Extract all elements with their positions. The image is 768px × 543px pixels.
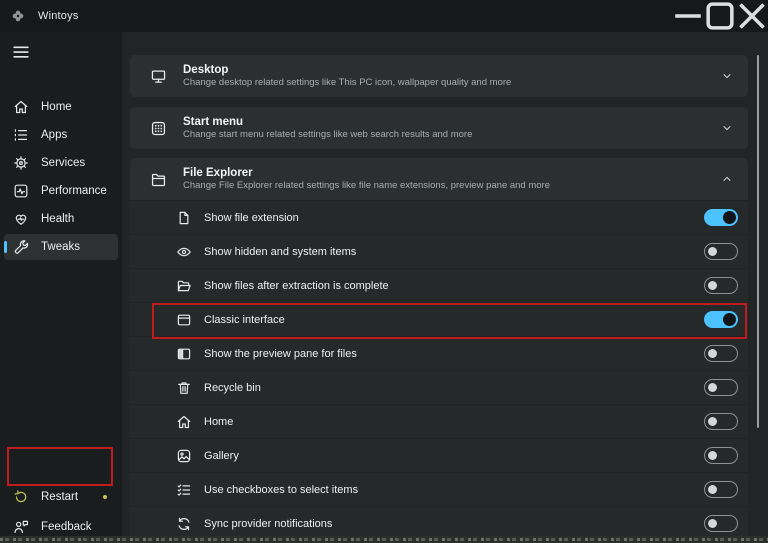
setting-label: Sync provider notifications — [204, 518, 332, 530]
section-description: Change File Explorer related settings li… — [183, 180, 550, 191]
section-header-desktop[interactable]: Desktop Change desktop related settings … — [130, 55, 748, 97]
performance-icon — [13, 183, 29, 199]
scrollbar-thumb[interactable] — [757, 55, 759, 428]
toggle-sync-notifications[interactable] — [704, 515, 738, 532]
start-menu-icon — [150, 120, 167, 137]
health-icon — [13, 211, 29, 227]
section-card-desktop: Desktop Change desktop related settings … — [130, 55, 748, 97]
section-description: Change start menu related settings like … — [183, 129, 472, 140]
app-logo-icon — [11, 9, 25, 23]
setting-label: Show file extension — [204, 212, 299, 224]
home-icon — [13, 99, 29, 115]
section-header-file-explorer[interactable]: File Explorer Change File Explorer relat… — [130, 158, 748, 200]
toggle-home[interactable] — [704, 413, 738, 430]
setting-label: Show the preview pane for files — [204, 348, 357, 360]
toggle-show-file-extension[interactable] — [704, 209, 738, 226]
home-icon — [176, 414, 192, 430]
apps-icon — [13, 127, 29, 143]
document-icon — [176, 210, 192, 226]
setting-row-checkboxes: Use checkboxes to select items — [130, 472, 748, 506]
setting-row-show-hidden-items: Show hidden and system items — [130, 234, 748, 268]
gallery-icon — [176, 448, 192, 464]
setting-label: Gallery — [204, 450, 239, 462]
setting-label: Home — [204, 416, 233, 428]
sidebar-item-restart[interactable]: Restart — [4, 484, 118, 510]
folder-icon — [150, 171, 167, 188]
section-title: File Explorer — [183, 167, 550, 179]
window-title: Wintoys — [38, 10, 79, 22]
setting-row-preview-pane: Show the preview pane for files — [130, 336, 748, 370]
setting-row-gallery: Gallery — [130, 438, 748, 472]
chevron-down-icon[interactable] — [720, 121, 734, 135]
sidebar-item-label: Apps — [41, 129, 67, 141]
setting-label: Recycle bin — [204, 382, 261, 394]
toggle-show-files-after-extraction[interactable] — [704, 277, 738, 294]
sidebar-item-label: Performance — [41, 185, 107, 197]
window-icon — [176, 312, 192, 328]
setting-row-sync-notifications: Sync provider notifications — [130, 506, 748, 540]
restart-icon — [13, 489, 29, 505]
wintoys-window: Wintoys Home Apps Services Performance H… — [0, 0, 768, 543]
sync-icon — [176, 516, 192, 532]
section-header-start-menu[interactable]: Start menu Change start menu related set… — [130, 107, 748, 149]
setting-row-classic-interface: Classic interface — [130, 302, 748, 336]
setting-label: Show files after extraction is complete — [204, 280, 389, 292]
sidebar-item-label: Tweaks — [41, 241, 80, 253]
section-rows: Show file extension Show hidden and syst… — [130, 200, 748, 540]
toggle-checkboxes[interactable] — [704, 481, 738, 498]
sidebar-item-label: Feedback — [41, 521, 92, 533]
sidebar-item-performance[interactable]: Performance — [4, 178, 118, 204]
section-title: Start menu — [183, 116, 472, 128]
setting-label: Classic interface — [204, 314, 285, 326]
hamburger-icon[interactable] — [9, 42, 33, 62]
wrench-icon — [13, 239, 29, 255]
minimize-button[interactable] — [672, 0, 704, 32]
toggle-gallery[interactable] — [704, 447, 738, 464]
toggle-show-hidden-items[interactable] — [704, 243, 738, 260]
checklist-icon — [176, 482, 192, 498]
toggle-recycle-bin[interactable] — [704, 379, 738, 396]
setting-label: Use checkboxes to select items — [204, 484, 358, 496]
monitor-icon — [150, 68, 167, 85]
section-title: Desktop — [183, 64, 511, 76]
toggle-preview-pane[interactable] — [704, 345, 738, 362]
section-card-start-menu: Start menu Change start menu related set… — [130, 107, 748, 149]
feedback-icon — [13, 519, 29, 535]
sidebar-item-label: Health — [41, 213, 74, 225]
section-card-file-explorer: File Explorer Change File Explorer relat… — [130, 158, 748, 540]
window-controls — [672, 0, 768, 32]
trash-icon — [176, 380, 192, 396]
sidebar-item-health[interactable]: Health — [4, 206, 118, 232]
sidebar-item-home[interactable]: Home — [4, 94, 118, 120]
maximize-button[interactable] — [704, 0, 736, 32]
sidebar-item-label: Services — [41, 157, 85, 169]
update-badge-dot — [103, 495, 107, 499]
title-bar: Wintoys — [0, 0, 768, 32]
eye-icon — [176, 244, 192, 260]
setting-label: Show hidden and system items — [204, 246, 356, 258]
setting-row-show-file-extension: Show file extension — [130, 200, 748, 234]
sidebar: Home Apps Services Performance Health Tw… — [0, 32, 122, 536]
toggle-classic-interface[interactable] — [704, 311, 738, 328]
sidebar-item-label: Home — [41, 101, 72, 113]
folder-open-icon — [176, 278, 192, 294]
preview-pane-icon — [176, 346, 192, 362]
bottom-artifact-strip — [0, 536, 768, 543]
sidebar-item-label: Restart — [41, 491, 78, 503]
setting-row-home: Home — [130, 404, 748, 438]
section-description: Change desktop related settings like Thi… — [183, 77, 511, 88]
services-icon — [13, 155, 29, 171]
setting-row-show-files-after-extraction: Show files after extraction is complete — [130, 268, 748, 302]
settings-panel: Desktop Change desktop related settings … — [122, 32, 768, 536]
chevron-down-icon[interactable] — [720, 69, 734, 83]
setting-row-recycle-bin: Recycle bin — [130, 370, 748, 404]
close-button[interactable] — [736, 0, 768, 32]
sidebar-item-services[interactable]: Services — [4, 150, 118, 176]
sidebar-footer: Restart Feedback Settings — [4, 484, 118, 543]
sidebar-nav: Home Apps Services Performance Health Tw… — [4, 94, 118, 260]
chevron-up-icon[interactable] — [720, 172, 734, 186]
sidebar-item-apps[interactable]: Apps — [4, 122, 118, 148]
sidebar-item-tweaks[interactable]: Tweaks — [4, 234, 118, 260]
